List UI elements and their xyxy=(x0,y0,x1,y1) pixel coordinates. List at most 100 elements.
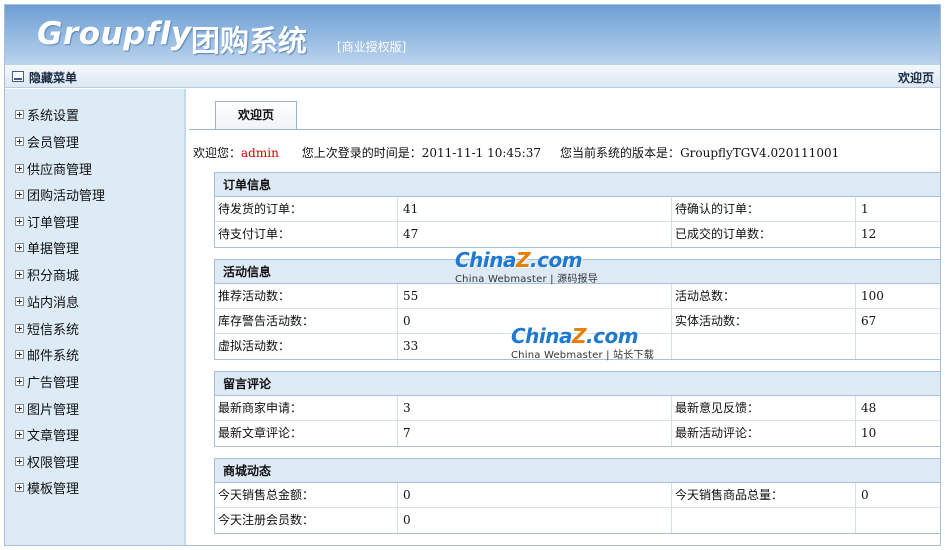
version-label: 您当前系统的版本是： xyxy=(560,146,681,160)
sidebar-item-articles[interactable]: 文章管理 xyxy=(15,425,79,444)
sidebar-item-label[interactable]: 单据管理 xyxy=(27,238,79,257)
stat-label: 待支付订单： xyxy=(215,222,398,247)
sidebar-item-label[interactable]: 图片管理 xyxy=(27,399,79,418)
sidebar-item-label[interactable]: 订单管理 xyxy=(27,212,79,231)
tab-welcome[interactable]: 欢迎页 xyxy=(215,101,297,130)
table-row: 虚拟活动数： 33 xyxy=(215,334,940,359)
stat-label: 最新商家申请： xyxy=(215,396,398,421)
sidebar-item-label[interactable]: 模板管理 xyxy=(27,478,79,497)
hide-menu-icon[interactable] xyxy=(12,71,24,82)
app-window: Groupfly 团购系统 [商业授权版] 隐藏菜单 欢迎页 系统设置 会员管理… xyxy=(4,4,941,546)
sidebar-item-label[interactable]: 文章管理 xyxy=(27,425,79,444)
stat-label: 待确认的订单： xyxy=(672,197,856,222)
stat-value: 10 xyxy=(861,426,877,440)
table-row: 今天注册会员数： 0 xyxy=(215,508,940,533)
panel-activity-info: 活动信息 推荐活动数： 55 活动总数： 100 库存警告活动数： 0 实体活动… xyxy=(214,259,940,360)
panel-mall-dynamics: 商城动态 今天销售总金额： 0 今天销售商品总量： 0 今天注册会员数： 0 xyxy=(214,458,940,534)
sidebar-item-system-settings[interactable]: 系统设置 xyxy=(15,105,79,124)
sidebar-item-members[interactable]: 会员管理 xyxy=(15,132,79,151)
stat-label: 今天销售商品总量： xyxy=(672,483,856,508)
hide-menu-link[interactable]: 隐藏菜单 xyxy=(29,69,77,86)
stat-label: 最新意见反馈： xyxy=(672,396,856,421)
sidebar-menu: 系统设置 会员管理 供应商管理 团购活动管理 订单管理 单据管理 积分商城 站内… xyxy=(5,89,186,545)
logo-cn-text: 团购系统 xyxy=(191,24,308,58)
stat-label: 最新文章评论： xyxy=(215,421,398,446)
stat-label: 推荐活动数： xyxy=(215,284,398,309)
expand-plus-icon[interactable] xyxy=(15,163,24,173)
username: admin xyxy=(241,146,279,160)
last-login-label: 您上次登录的时间是： xyxy=(301,146,422,160)
expand-plus-icon[interactable] xyxy=(15,216,24,226)
expand-plus-icon[interactable] xyxy=(15,109,24,119)
table-row: 最新文章评论： 7 最新活动评论： 10 xyxy=(215,421,940,446)
expand-plus-icon[interactable] xyxy=(15,242,24,252)
sidebar-item-label[interactable]: 系统设置 xyxy=(27,105,79,124)
sidebar-item-site-messages[interactable]: 站内消息 xyxy=(15,292,79,311)
stat-value: 55 xyxy=(398,284,672,309)
sidebar-item-permissions[interactable]: 权限管理 xyxy=(15,452,79,471)
panel-title: 留言评论 xyxy=(215,372,940,396)
expand-plus-icon[interactable] xyxy=(15,403,24,413)
header-banner: Groupfly 团购系统 [商业授权版] xyxy=(5,5,940,65)
table-row: 待发货的订单： 41 待确认的订单： 1 xyxy=(215,197,940,222)
expand-plus-icon[interactable] xyxy=(15,429,24,439)
sidebar-item-label[interactable]: 邮件系统 xyxy=(27,345,79,364)
sidebar-item-label[interactable]: 站内消息 xyxy=(27,292,79,311)
stat-label: 虚拟活动数： xyxy=(215,334,398,359)
logo-text: Groupfly xyxy=(37,16,192,52)
welcome-page-link[interactable]: 欢迎页 xyxy=(898,69,934,86)
sidebar-item-images[interactable]: 图片管理 xyxy=(15,399,79,418)
stat-value: 41 xyxy=(398,197,672,222)
stat-value: 0 xyxy=(861,488,869,502)
sidebar-item-label[interactable]: 会员管理 xyxy=(27,132,79,151)
welcome-prefix: 欢迎您： xyxy=(193,146,242,160)
table-row: 待支付订单： 47 已成交的订单数： 12 xyxy=(215,222,940,247)
stat-value: 0 xyxy=(398,483,672,508)
table-row: 库存警告活动数： 0 实体活动数： 67 xyxy=(215,309,940,334)
sidebar-item-label[interactable]: 供应商管理 xyxy=(27,159,92,178)
stat-value: 0 xyxy=(398,508,672,533)
sidebar-item-label[interactable]: 广告管理 xyxy=(27,372,79,391)
sidebar-item-label[interactable]: 团购活动管理 xyxy=(27,185,105,204)
expand-plus-icon[interactable] xyxy=(15,136,24,146)
expand-plus-icon[interactable] xyxy=(15,456,24,466)
table-row: 最新商家申请： 3 最新意见反馈： 48 xyxy=(215,396,940,421)
sidebar-item-points-mall[interactable]: 积分商城 xyxy=(15,265,79,284)
stat-value: 67 xyxy=(861,314,877,328)
table-row: 今天销售总金额： 0 今天销售商品总量： 0 xyxy=(215,483,940,508)
expand-plus-icon[interactable] xyxy=(15,269,24,279)
stat-value: 0 xyxy=(398,309,672,334)
panel-order-info: 订单信息 待发货的订单： 41 待确认的订单： 1 待支付订单： 47 已成交的… xyxy=(214,172,940,248)
sidebar-item-suppliers[interactable]: 供应商管理 xyxy=(15,159,92,178)
sidebar-item-sms[interactable]: 短信系统 xyxy=(15,319,79,338)
sidebar-item-group-activities[interactable]: 团购活动管理 xyxy=(15,185,105,204)
stat-value: 47 xyxy=(398,222,672,247)
version-value: GroupflyTGV4.020111001 xyxy=(680,146,840,160)
stat-label: 库存警告活动数： xyxy=(215,309,398,334)
sidebar-item-templates[interactable]: 模板管理 xyxy=(15,478,79,497)
expand-plus-icon[interactable] xyxy=(15,323,24,333)
stat-value: 48 xyxy=(861,401,877,415)
stat-value: 12 xyxy=(861,227,877,241)
main-content: 欢迎页 欢迎您：admin 您上次登录的时间是：2011-11-1 10:45:… xyxy=(189,89,940,545)
sidebar-item-label[interactable]: 短信系统 xyxy=(27,319,79,338)
sidebar-item-email[interactable]: 邮件系统 xyxy=(15,345,79,364)
stat-value: 7 xyxy=(398,421,672,446)
sidebar-item-ads[interactable]: 广告管理 xyxy=(15,372,79,391)
stat-value: 33 xyxy=(398,334,672,359)
expand-plus-icon[interactable] xyxy=(15,376,24,386)
sidebar-item-label[interactable]: 权限管理 xyxy=(27,452,79,471)
table-row: 推荐活动数： 55 活动总数： 100 xyxy=(215,284,940,309)
panel-title: 订单信息 xyxy=(215,173,940,197)
expand-plus-icon[interactable] xyxy=(15,189,24,199)
login-info-line: 欢迎您：admin 您上次登录的时间是：2011-11-1 10:45:37 您… xyxy=(193,144,839,161)
stat-label: 最新活动评论： xyxy=(672,421,856,446)
expand-plus-icon[interactable] xyxy=(15,296,24,306)
license-tag: [商业授权版] xyxy=(337,40,407,54)
sidebar-item-label[interactable]: 积分商城 xyxy=(27,265,79,284)
panel-title: 商城动态 xyxy=(215,459,940,483)
expand-plus-icon[interactable] xyxy=(15,349,24,359)
sidebar-item-orders[interactable]: 订单管理 xyxy=(15,212,79,231)
sidebar-item-documents[interactable]: 单据管理 xyxy=(15,238,79,257)
expand-plus-icon[interactable] xyxy=(15,482,24,492)
